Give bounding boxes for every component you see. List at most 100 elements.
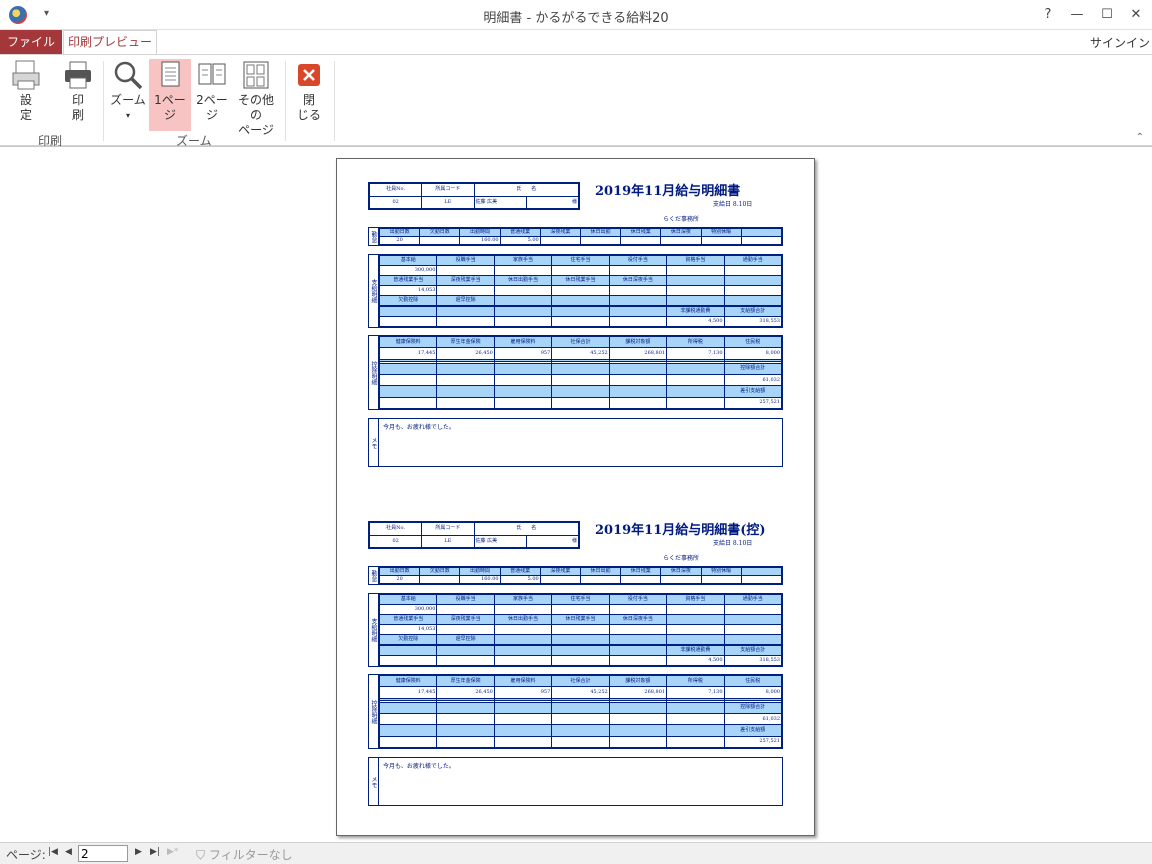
close-preview-button[interactable]: 閉 じる (292, 59, 326, 123)
cell (493, 712, 553, 726)
cell (436, 362, 495, 375)
cell (551, 633, 610, 645)
page-number-input[interactable] (78, 845, 128, 862)
filter-indicator[interactable]: ⛉ フィルターなし (196, 846, 293, 863)
cell (551, 623, 610, 635)
cell: 休日残業手当 (551, 613, 610, 625)
cell: 遅早控除 (436, 294, 495, 306)
close-preview-label: 閉 じる (296, 93, 321, 122)
cell (493, 316, 553, 327)
new-record-icon: ▶* (167, 847, 179, 857)
collapse-ribbon-icon[interactable]: ⌃ (1136, 132, 1144, 143)
cell (436, 724, 495, 737)
honorific: 様 (526, 534, 580, 548)
cell (723, 284, 783, 296)
cell (493, 284, 553, 296)
minimize-button[interactable]: — (1063, 4, 1091, 26)
pay-block: 支給明細 基本給 役職手当 家族手当 住宅手当 役付手当 資格手当 通勤手当 300,000… (368, 593, 783, 667)
other-pages-button[interactable]: その他の ページ (233, 59, 279, 138)
memo-block: メモ 今月も、お疲れ様でした。 (368, 418, 783, 467)
cell (723, 633, 783, 645)
cell: 厚生年金保険 (436, 674, 495, 688)
cell (620, 236, 662, 245)
cell: 休日深夜 (660, 567, 702, 576)
cell (378, 645, 438, 657)
cell (551, 373, 610, 387)
tab-file[interactable]: ファイル (0, 30, 62, 54)
col-header: 社員No. (368, 183, 423, 197)
cell (620, 575, 662, 584)
dept-code: LE (421, 195, 475, 209)
first-page-icon[interactable]: |◀ (48, 847, 58, 857)
last-page-icon[interactable]: ▶| (150, 847, 160, 857)
cell: 深夜残業手当 (436, 274, 495, 286)
cell (740, 228, 783, 237)
honorific: 様 (526, 195, 580, 209)
one-page-button[interactable]: 1ペー ジ (149, 59, 191, 131)
cell (493, 373, 553, 387)
cell: 普通残業 (499, 228, 541, 237)
cell: 健康保険料 (378, 674, 438, 688)
cell (493, 701, 553, 714)
maximize-button[interactable]: ☐ (1093, 4, 1121, 26)
pay-label: 支給明細 (369, 594, 379, 666)
close-window-button[interactable]: ✕ (1122, 4, 1150, 26)
cell: 957 (493, 347, 553, 360)
cell: 318,553 (723, 655, 783, 666)
cell: 7,130 (666, 686, 725, 699)
group-separator (103, 61, 104, 141)
cell (419, 236, 461, 245)
cell (723, 264, 783, 276)
cell (493, 655, 553, 666)
zoom-button[interactable]: ズーム ▾ (108, 59, 148, 123)
cell (378, 724, 438, 737)
next-page-icon[interactable]: ▶ (135, 847, 142, 857)
cell (493, 603, 553, 615)
cell: 社保合計 (551, 335, 610, 349)
cell: 基本給 (378, 594, 438, 605)
magnifier-icon (114, 61, 143, 90)
deduction-label: 控除明細 (369, 336, 379, 409)
page-setup-button[interactable]: 設 定 (8, 59, 44, 123)
cell: 出勤日数 (378, 228, 421, 237)
cell (493, 724, 553, 737)
cell (378, 735, 438, 749)
cell: 26,450 (436, 347, 495, 360)
cell (666, 623, 725, 635)
cell: 8,000 (723, 347, 783, 360)
cell: 出勤時間 (459, 567, 501, 576)
cell: 住宅手当 (551, 594, 610, 605)
cell: 5.00 (499, 236, 541, 245)
col-header: 所属コード (421, 183, 475, 197)
col-header: 社員No. (368, 522, 423, 536)
preview-area[interactable]: 社員No. 所属コード 氏 名 02 LE 佐藤 広美 様 2019年11月給与… (0, 146, 1152, 842)
title-bar: ▾ 明細書 - かるがるできる給料20 ? — ☐ ✕ (0, 0, 1152, 30)
cell: 休日残業手当 (551, 274, 610, 286)
help-button[interactable]: ? (1034, 4, 1062, 26)
cell: 特別休暇 (700, 228, 742, 237)
cell (436, 264, 495, 276)
cell: 20 (378, 575, 421, 584)
page-setup-label: 設 定 (19, 93, 32, 122)
cell (436, 645, 495, 657)
cell: 160.00 (459, 575, 501, 584)
two-page-button[interactable]: 2ペー ジ (193, 59, 231, 123)
cell (666, 712, 725, 726)
cell: 家族手当 (493, 594, 553, 605)
cell: 役付手当 (608, 594, 668, 605)
page-label: ページ: (6, 848, 46, 862)
print-button[interactable]: 印 刷 (60, 59, 96, 123)
cell: 普通残業手当 (378, 613, 438, 625)
deduction-label: 控除明細 (369, 675, 379, 748)
cell (608, 385, 668, 398)
cell: 160.00 (459, 236, 501, 245)
cell: 休日出勤 (579, 567, 622, 576)
cell (608, 306, 668, 318)
deduction-block: 控除明細 健康保険料 厚生年金保険 雇用保険料 社保合計 課税対象額 所得税 住民税 17,… (368, 674, 783, 749)
cell: 300,000 (378, 264, 438, 276)
signin-link[interactable]: サインイン (1090, 34, 1150, 51)
cell (551, 735, 610, 749)
two-page-label: 2ペー ジ (196, 93, 228, 122)
tab-print-preview[interactable]: 印刷プレビュー (63, 30, 157, 55)
prev-page-icon[interactable]: ◀ (65, 847, 72, 857)
